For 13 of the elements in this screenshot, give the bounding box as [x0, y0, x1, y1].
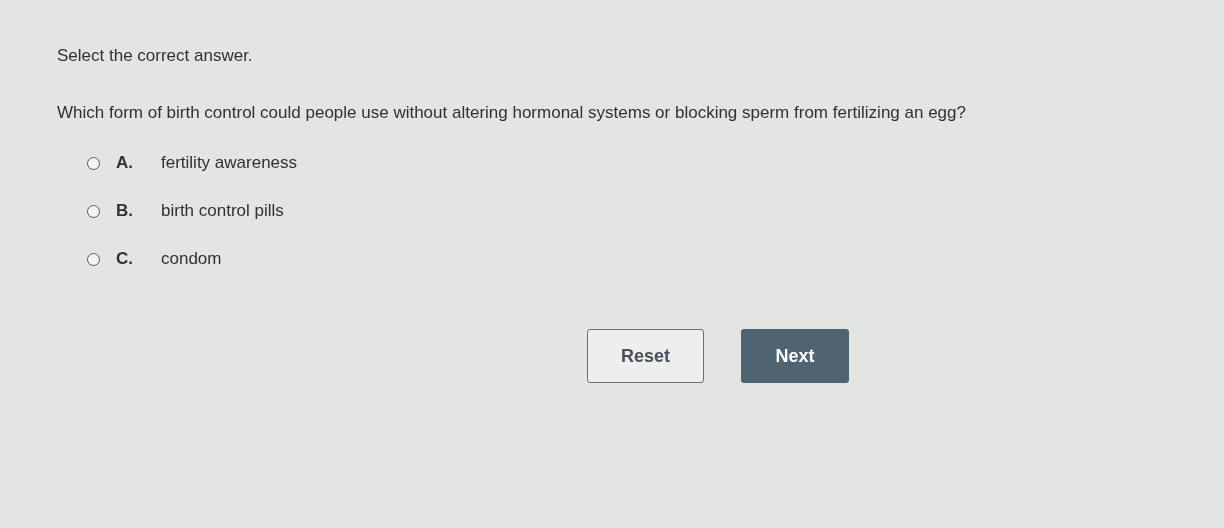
question-text: Which form of birth control could people use without altering hormonal systems or blocking sperm from fertilizing an egg?: [57, 103, 967, 123]
radio-button[interactable]: [87, 252, 100, 266]
option-text[interactable]: fertility awareness: [161, 153, 298, 173]
radio-button[interactable]: [87, 156, 100, 170]
next-button[interactable]: Next: [741, 329, 849, 383]
option-letter: A.: [116, 153, 134, 173]
option-text[interactable]: condom: [161, 249, 222, 269]
option-letter: C.: [116, 249, 134, 269]
radio-button[interactable]: [87, 204, 100, 218]
reset-button[interactable]: Reset: [587, 329, 704, 383]
option-text[interactable]: birth control pills: [161, 201, 284, 221]
option-letter: B.: [116, 201, 134, 221]
instruction-text: Select the correct answer.: [57, 46, 254, 66]
